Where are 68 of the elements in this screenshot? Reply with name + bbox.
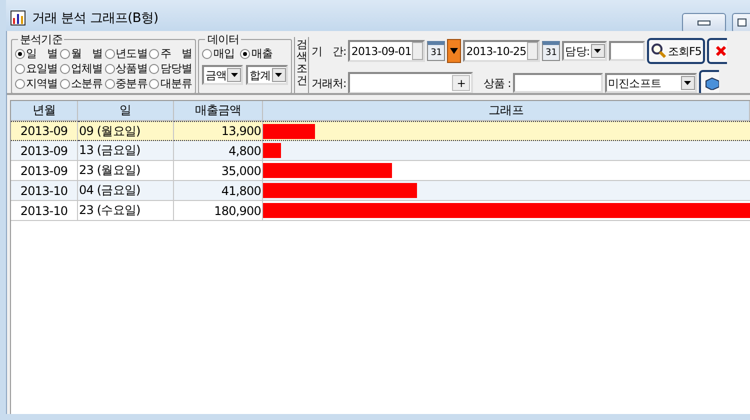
table-cell: 2013-10 bbox=[11, 181, 78, 201]
manager-field[interactable] bbox=[608, 41, 645, 61]
minimize-button[interactable] bbox=[682, 12, 726, 32]
add-button[interactable]: + bbox=[452, 75, 470, 91]
group-title: 데이터 bbox=[205, 32, 242, 47]
column-header[interactable]: 년월 bbox=[11, 101, 78, 121]
radio-option[interactable]: 매출 bbox=[240, 46, 273, 61]
table-cell: 2013-10 bbox=[11, 201, 78, 221]
caret-icon bbox=[230, 73, 238, 77]
group-title: 분석기준 bbox=[18, 32, 64, 47]
close-button[interactable] bbox=[707, 38, 728, 64]
table-cell: 180,900 bbox=[174, 201, 263, 221]
search-label: 검색조건 bbox=[294, 37, 310, 93]
radio-option[interactable]: 소분류 bbox=[60, 76, 103, 91]
client-label: 거래처: bbox=[311, 76, 346, 90]
column-header[interactable]: 일 bbox=[78, 101, 174, 121]
company-dropdown[interactable]: 미진소프트 bbox=[604, 73, 697, 93]
radio-option[interactable]: 일 별 bbox=[15, 46, 58, 61]
query-button[interactable]: 조회F5 bbox=[646, 38, 706, 64]
search-icon bbox=[650, 43, 667, 59]
radio-option[interactable]: 월 별 bbox=[60, 46, 103, 61]
table-cell: 13 (금요일) bbox=[78, 141, 174, 161]
close-icon bbox=[715, 45, 728, 57]
radio-option[interactable]: 담당별 bbox=[149, 61, 192, 76]
radio-option[interactable]: 년도별 bbox=[104, 46, 148, 61]
caret-icon bbox=[684, 81, 692, 85]
minimize-icon bbox=[697, 20, 711, 26]
radio-option[interactable]: 요일별 bbox=[15, 61, 58, 76]
table-cell: 23 (월요일) bbox=[78, 161, 174, 181]
radio-option[interactable]: 업체별 bbox=[60, 61, 103, 76]
dropdown[interactable]: 금액 bbox=[202, 65, 244, 85]
maximize-button[interactable] bbox=[732, 12, 750, 32]
caret-icon bbox=[450, 48, 458, 54]
table-cell: 2013-09 bbox=[11, 161, 78, 181]
column-header[interactable]: 그래프 bbox=[263, 101, 750, 121]
radio-option[interactable]: 중분류 bbox=[104, 76, 148, 91]
dropdown[interactable]: 합계 bbox=[246, 65, 288, 85]
calendar-button[interactable]: 31 bbox=[542, 41, 560, 61]
table-cell: 13,900 bbox=[174, 121, 263, 141]
table-cell: 2013-09 bbox=[11, 121, 78, 141]
bar-chart-icon bbox=[10, 10, 26, 26]
radio-option[interactable]: 상품별 bbox=[104, 61, 148, 76]
table-cell: 09 (월요일) bbox=[78, 121, 174, 141]
caret-icon bbox=[594, 49, 602, 53]
radio-option[interactable]: 대분류 bbox=[149, 76, 192, 91]
window-title: 거래 분석 그래프(B형) bbox=[32, 10, 160, 26]
period-label: 기 간: bbox=[311, 44, 346, 58]
table-cell: 04 (금요일) bbox=[78, 181, 174, 201]
product-label: 상품 : bbox=[483, 76, 511, 90]
caret-icon bbox=[275, 73, 282, 77]
table-cell: 41,800 bbox=[174, 181, 263, 201]
radio-option[interactable]: 주 별 bbox=[149, 46, 192, 61]
cube-button[interactable] bbox=[698, 70, 719, 93]
maximize-icon bbox=[736, 18, 746, 28]
dropdown-button[interactable] bbox=[447, 39, 462, 63]
table-cell: 2013-09 bbox=[11, 141, 78, 161]
radio-option[interactable]: 매입 bbox=[202, 46, 234, 61]
calendar-button[interactable]: 31 bbox=[427, 41, 446, 61]
manager-dropdown[interactable]: 담당: bbox=[562, 41, 607, 61]
radio-option[interactable]: 지역별 bbox=[15, 76, 58, 91]
table-cell: 35,000 bbox=[174, 161, 263, 181]
date-field[interactable]: 2013-09-01 bbox=[348, 40, 426, 62]
column-header[interactable]: 매출금액 bbox=[174, 101, 263, 121]
table-cell: 23 (수요일) bbox=[78, 201, 174, 221]
date-field[interactable]: 2013-10-25 bbox=[463, 40, 540, 62]
client-field[interactable]: + bbox=[348, 72, 474, 93]
product-field[interactable] bbox=[512, 73, 603, 93]
table-cell: 4,800 bbox=[174, 141, 263, 161]
